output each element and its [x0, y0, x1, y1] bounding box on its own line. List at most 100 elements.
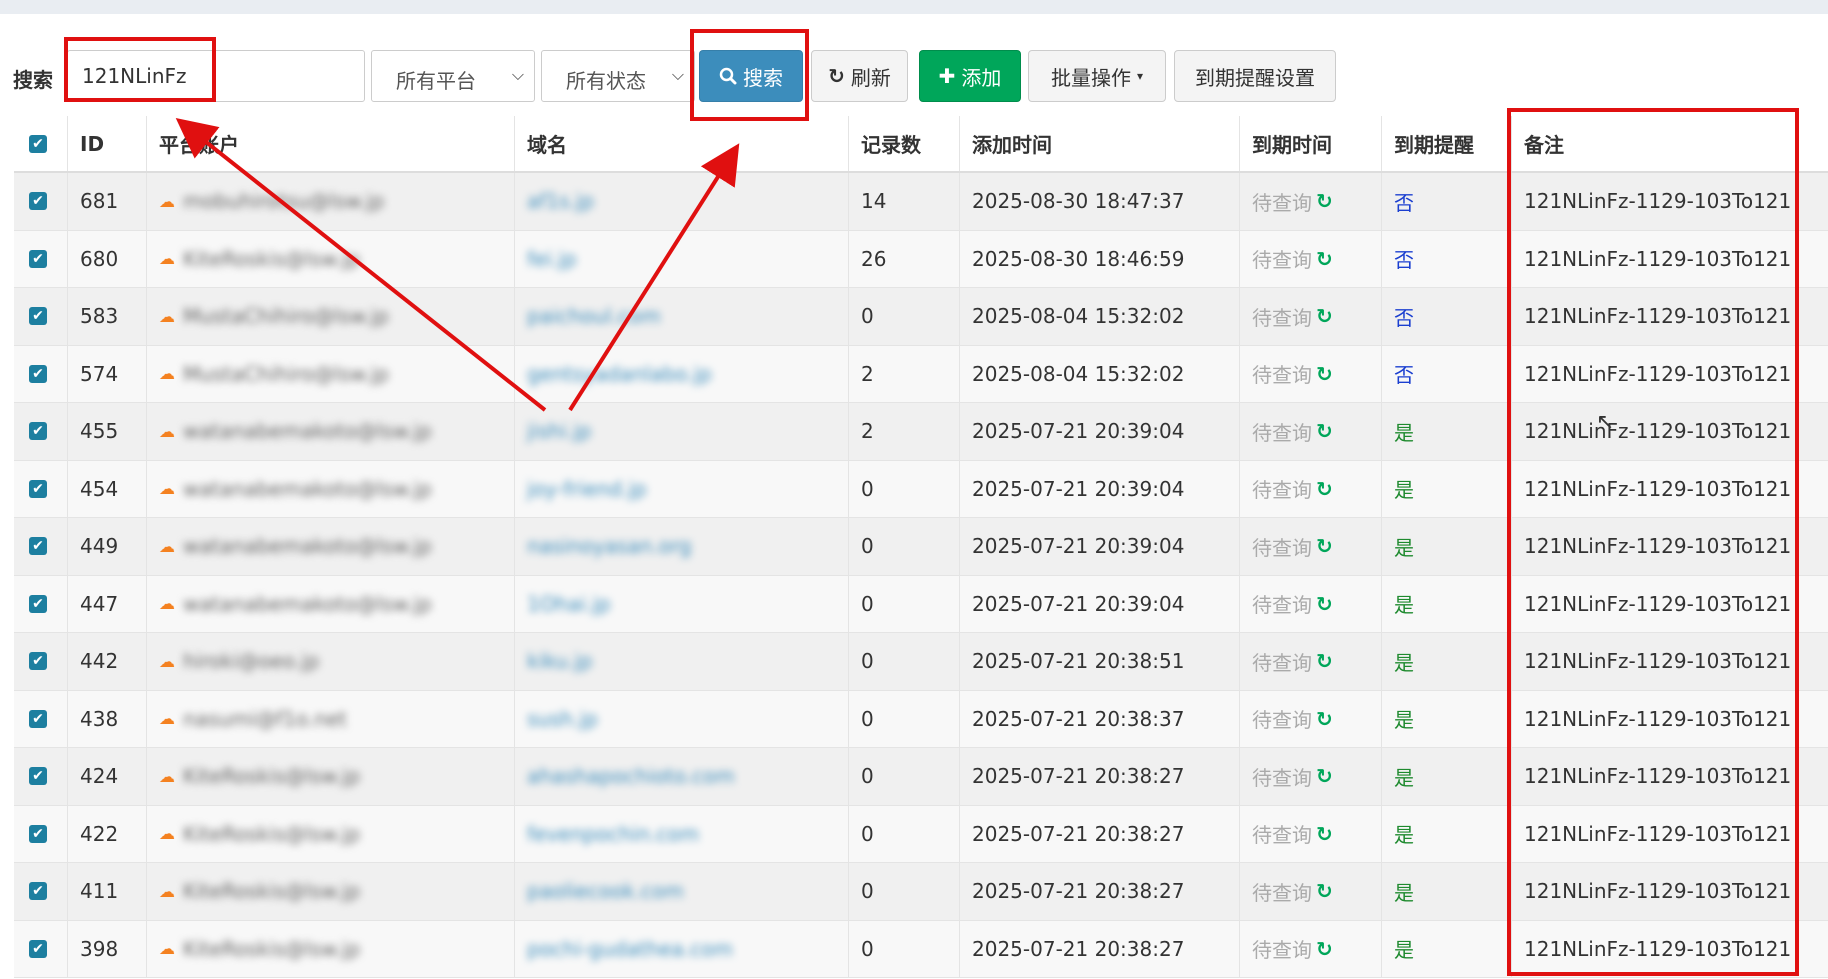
search-label: 搜索	[13, 68, 53, 92]
row-domain-link[interactable]: nasinoyasan.org	[527, 534, 691, 558]
row-note: 121NLinFz-1129-103To121	[1524, 879, 1792, 904]
row-remind-toggle[interactable]: 否	[1394, 302, 1414, 331]
header-expire[interactable]: 到期时间	[1240, 116, 1382, 171]
row-checkbox-cell: ✔	[14, 460, 68, 517]
row-remind-toggle[interactable]: 否	[1394, 244, 1414, 273]
row-domain-link[interactable]: joy-friend.jp	[527, 477, 647, 501]
row-remind-toggle[interactable]: 是	[1394, 704, 1414, 733]
row-domain-link[interactable]: gentsyadanlabo.jp	[527, 362, 712, 386]
row-checkbox[interactable]: ✔	[29, 479, 47, 498]
row-account: mobuhirotsu@lsw.jp	[183, 189, 385, 214]
row-expire-cell: 待查询 ↻	[1240, 690, 1382, 747]
row-remind-cell: 否	[1382, 345, 1512, 402]
row-checkbox[interactable]: ✔	[29, 422, 47, 441]
row-account: nasumi@f1o.net	[183, 706, 347, 731]
row-remind-toggle[interactable]: 否	[1394, 359, 1414, 388]
header-added[interactable]: 添加时间	[960, 116, 1240, 171]
row-expire-cell: 待查询 ↻	[1240, 863, 1382, 920]
search-input[interactable]	[67, 50, 365, 102]
header-account[interactable]: 平台账户	[147, 116, 515, 171]
select-all-cell: ✔	[14, 116, 68, 171]
row-checkbox[interactable]: ✔	[29, 364, 47, 383]
sync-icon[interactable]: ↻	[1316, 764, 1333, 788]
status-select[interactable]: 所有状态 ⌵	[541, 50, 695, 102]
row-account-cell: ☁ nasumi@f1o.net	[147, 690, 515, 747]
row-domain-link[interactable]: fei.jp	[527, 247, 577, 271]
sync-icon[interactable]: ↻	[1316, 534, 1333, 558]
row-remind-toggle[interactable]: 是	[1394, 877, 1414, 906]
row-expire-status: 待查询	[1252, 535, 1312, 560]
cloudflare-icon: ☁	[159, 364, 175, 384]
row-domain-link[interactable]: paoliecook.com	[527, 879, 684, 903]
row-account: KiteRoskis@lsw.jp	[183, 936, 361, 961]
row-domain-link[interactable]: fevenpochin.com	[527, 822, 699, 846]
row-remind-toggle[interactable]: 是	[1394, 819, 1414, 848]
row-account: watanabemakoto@lsw.jp	[183, 591, 432, 616]
sync-icon[interactable]: ↻	[1316, 304, 1333, 328]
row-remind-toggle[interactable]: 是	[1394, 474, 1414, 503]
row-checkbox[interactable]: ✔	[29, 594, 47, 613]
sync-icon[interactable]: ↻	[1316, 822, 1333, 846]
header-id[interactable]: ID	[68, 116, 147, 171]
row-remind-toggle[interactable]: 是	[1394, 934, 1414, 963]
header-domain[interactable]: 域名	[515, 116, 849, 171]
platform-select[interactable]: 所有平台 ⌵	[371, 50, 535, 102]
row-checkbox[interactable]: ✔	[29, 249, 47, 268]
sync-icon[interactable]: ↻	[1316, 649, 1333, 673]
row-checkbox[interactable]: ✔	[29, 537, 47, 556]
sync-icon[interactable]: ↻	[1316, 362, 1333, 386]
row-checkbox-cell: ✔	[14, 403, 68, 460]
refresh-button[interactable]: ↻ 刷新	[811, 50, 908, 102]
sync-icon[interactable]: ↻	[1316, 189, 1333, 213]
sync-icon[interactable]: ↻	[1316, 477, 1333, 501]
header-note[interactable]: 备注	[1512, 116, 1828, 171]
row-checkbox-cell: ✔	[14, 345, 68, 402]
row-remind-toggle[interactable]: 是	[1394, 532, 1414, 561]
row-checkbox[interactable]: ✔	[29, 767, 47, 786]
row-domain-link[interactable]: ahashapochioto.com	[527, 764, 735, 788]
row-checkbox[interactable]: ✔	[29, 307, 47, 326]
search-button[interactable]: 搜索	[699, 50, 803, 102]
sync-icon[interactable]: ↻	[1316, 592, 1333, 616]
row-checkbox[interactable]: ✔	[29, 882, 47, 901]
sync-icon[interactable]: ↻	[1316, 247, 1333, 271]
row-remind-toggle[interactable]: 否	[1394, 187, 1414, 216]
row-domain-link[interactable]: jishi.jp	[527, 419, 591, 443]
expire-settings-button[interactable]: 到期提醒设置	[1174, 50, 1336, 102]
sync-icon[interactable]: ↻	[1316, 419, 1333, 443]
row-records: 0	[849, 518, 960, 575]
row-remind-toggle[interactable]: 是	[1394, 417, 1414, 446]
row-remind-toggle[interactable]: 是	[1394, 647, 1414, 676]
row-checkbox[interactable]: ✔	[29, 709, 47, 728]
sync-icon[interactable]: ↻	[1316, 937, 1333, 961]
row-checkbox[interactable]: ✔	[29, 824, 47, 843]
row-checkbox[interactable]: ✔	[29, 652, 47, 671]
sync-icon[interactable]: ↻	[1316, 879, 1333, 903]
row-checkbox-cell: ✔	[14, 575, 68, 632]
row-remind-toggle[interactable]: 是	[1394, 589, 1414, 618]
row-expire-cell: 待查询 ↻	[1240, 575, 1382, 632]
batch-actions-button[interactable]: 批量操作 ▾	[1028, 50, 1166, 102]
row-domain-cell: gentsyadanlabo.jp	[515, 345, 849, 402]
row-domain-link[interactable]: af1s.jp	[527, 189, 594, 213]
row-added-time: 2025-07-21 20:39:04	[960, 575, 1240, 632]
row-id: 574	[68, 345, 147, 402]
select-all-checkbox[interactable]: ✔	[29, 134, 47, 153]
row-checkbox[interactable]: ✔	[29, 939, 47, 958]
header-remind[interactable]: 到期提醒	[1382, 116, 1512, 171]
row-domain-link[interactable]: sush.jp	[527, 707, 598, 731]
header-records[interactable]: 记录数	[849, 116, 960, 171]
row-domain-link[interactable]: kiku.jp	[527, 649, 592, 673]
row-remind-cell: 是	[1382, 518, 1512, 575]
platform-select-value: 所有平台	[396, 69, 476, 93]
row-domain-link[interactable]: pochi-gudathea.com	[527, 937, 733, 961]
row-domain-link[interactable]: 1Ohai.jp	[527, 592, 611, 616]
row-checkbox[interactable]: ✔	[29, 192, 47, 211]
row-account: hiroki@oeo.jp	[183, 649, 320, 674]
row-remind-toggle[interactable]: 是	[1394, 762, 1414, 791]
row-added-time: 2025-07-21 20:38:27	[960, 748, 1240, 805]
row-expire-cell: 待查询 ↻	[1240, 288, 1382, 345]
add-button[interactable]: ✚ 添加	[919, 50, 1021, 102]
sync-icon[interactable]: ↻	[1316, 707, 1333, 731]
row-domain-link[interactable]: paichoul.com	[527, 304, 661, 328]
